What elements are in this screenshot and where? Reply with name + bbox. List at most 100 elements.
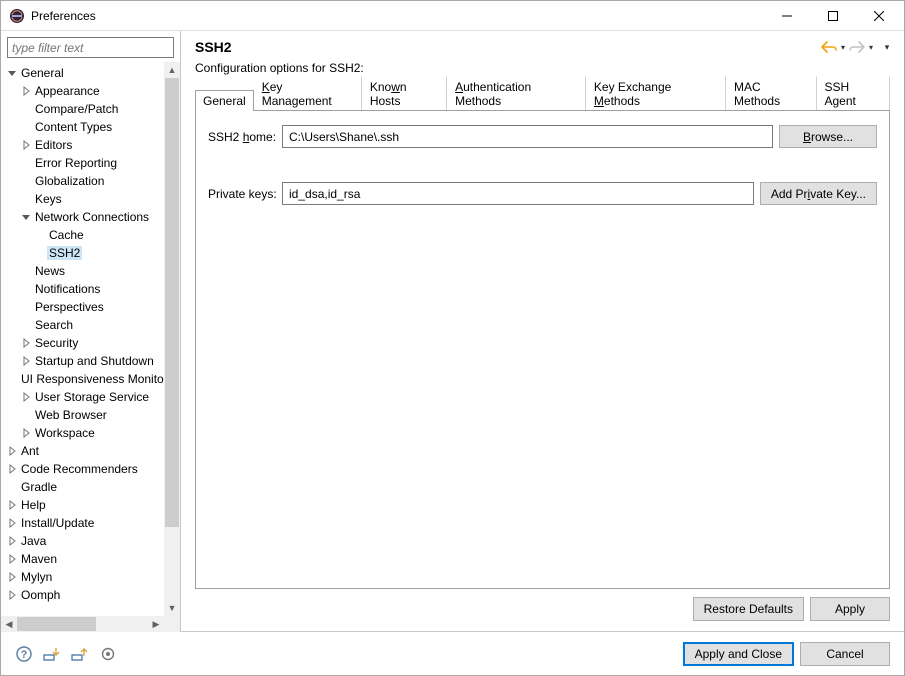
apply-and-close-button[interactable]: Apply and Close [683,642,794,666]
tree-item[interactable]: UI Responsiveness Monitoring [1,370,164,388]
tree-item-label: Help [19,498,48,512]
tree-item[interactable]: Compare/Patch [1,100,164,118]
tree-item-label: Editors [33,138,74,152]
tree-item[interactable]: User Storage Service [1,388,164,406]
tree-item[interactable]: Startup and Shutdown [1,352,164,370]
tree-twisty-icon[interactable] [5,536,19,546]
help-icon[interactable]: ? [15,645,33,663]
browse-button[interactable]: Browse... [779,125,877,148]
tab[interactable]: Authentication Methods [447,76,586,111]
add-private-key-button[interactable]: Add Private Key... [760,182,877,205]
tree-item[interactable]: Editors [1,136,164,154]
view-menu-dropdown[interactable]: ▾ [880,38,894,56]
minimize-button[interactable] [764,1,810,30]
tree-item[interactable]: Keys [1,190,164,208]
tree-item[interactable]: Java [1,532,164,550]
tree-item[interactable]: Search [1,316,164,334]
scroll-right-arrow[interactable]: ▶ [148,616,164,632]
page-button-bar: Restore Defaults Apply [181,589,904,631]
tree-item[interactable]: Perspectives [1,298,164,316]
tree-item[interactable]: SSH2 [1,244,164,262]
tree-item[interactable]: Help [1,496,164,514]
tree-item[interactable]: Content Types [1,118,164,136]
forward-button[interactable] [848,38,866,56]
tree-item-label: Appearance [33,84,102,98]
tree-twisty-icon[interactable] [5,518,19,528]
tab-general-page: SSH2 home: Browse... Private keys: Add P… [195,111,890,589]
tree-item-label: News [33,264,67,278]
tree-item[interactable]: News [1,262,164,280]
tree-item[interactable]: Ant [1,442,164,460]
filter-input[interactable] [7,37,174,58]
tree-twisty-icon[interactable] [19,392,33,402]
export-icon[interactable] [71,645,89,663]
tree-item-label: Globalization [33,174,106,188]
import-icon[interactable] [43,645,61,663]
tree-twisty-icon[interactable] [5,446,19,456]
tree-twisty-icon[interactable] [19,86,33,96]
private-keys-input[interactable] [282,182,754,205]
apply-button[interactable]: Apply [810,597,890,621]
tab[interactable]: General [195,90,254,111]
tab[interactable]: Key Exchange Methods [586,76,726,111]
vertical-scrollbar[interactable]: ▲ ▼ [164,62,180,616]
ssh2-home-input[interactable] [282,125,773,148]
tree-item[interactable]: Security [1,334,164,352]
tree-container: General Appearance Compare/PatchContent Ty… [1,62,180,632]
cancel-button[interactable]: Cancel [800,642,890,666]
tree-item-label: UI Responsiveness Monitoring [19,372,164,386]
scroll-up-arrow[interactable]: ▲ [164,62,180,78]
tab[interactable]: SSH Agent [817,76,891,111]
scroll-left-arrow[interactable]: ◀ [1,616,17,632]
tree-item[interactable]: Install/Update [1,514,164,532]
tree-item[interactable]: Oomph [1,586,164,604]
tree-item[interactable]: Network Connections [1,208,164,226]
back-dropdown[interactable]: ▾ [838,43,848,52]
restore-defaults-button[interactable]: Restore Defaults [693,597,804,621]
tree-twisty-icon[interactable] [19,356,33,366]
back-button[interactable] [820,38,838,56]
tree-item[interactable]: General [1,64,164,82]
tree-item[interactable]: Globalization [1,172,164,190]
tree-item[interactable]: Cache [1,226,164,244]
tree-item[interactable]: Mylyn [1,568,164,586]
tree-twisty-icon[interactable] [5,554,19,564]
tree-item-label: Install/Update [19,516,96,530]
tab[interactable]: Key Management [254,76,362,111]
tree-item[interactable]: Error Reporting [1,154,164,172]
tree-item-label: Cache [47,228,86,242]
tree-twisty-icon[interactable] [5,572,19,582]
tree-item-label: Oomph [19,588,62,602]
tree-twisty-icon[interactable] [19,212,33,222]
tree-twisty-icon[interactable] [5,68,19,78]
tree-twisty-icon[interactable] [5,464,19,474]
preferences-tree[interactable]: General Appearance Compare/PatchContent Ty… [1,62,164,608]
nav-arrows: ▾ ▾ ▾ [820,38,894,56]
tab[interactable]: Known Hosts [362,76,447,111]
tree-twisty-icon[interactable] [19,338,33,348]
tree-item-label: General [19,66,66,80]
tree-item[interactable]: Workspace [1,424,164,442]
tree-item[interactable]: Web Browser [1,406,164,424]
tree-item[interactable]: Gradle [1,478,164,496]
maximize-button[interactable] [810,1,856,30]
tree-item[interactable]: Notifications [1,280,164,298]
tree-twisty-icon[interactable] [19,140,33,150]
tree-item-label: Perspectives [33,300,106,314]
tree-item[interactable]: Code Recommenders [1,460,164,478]
titlebar: Preferences [1,1,904,31]
tree-item[interactable]: Appearance [1,82,164,100]
oomph-icon[interactable] [99,645,117,663]
close-button[interactable] [856,1,902,30]
scroll-down-arrow[interactable]: ▼ [164,600,180,616]
tree-twisty-icon[interactable] [5,590,19,600]
tree-item[interactable]: Maven [1,550,164,568]
tree-twisty-icon[interactable] [19,428,33,438]
forward-dropdown[interactable]: ▾ [866,43,876,52]
sidebar: General Appearance Compare/PatchContent Ty… [1,31,181,632]
tree-item-label: Maven [19,552,59,566]
tab[interactable]: MAC Methods [726,76,816,111]
horizontal-scrollbar[interactable]: ◀ ▶ [1,616,164,632]
tab-folder: GeneralKey ManagementKnown HostsAuthenti… [195,89,890,589]
tree-twisty-icon[interactable] [5,500,19,510]
